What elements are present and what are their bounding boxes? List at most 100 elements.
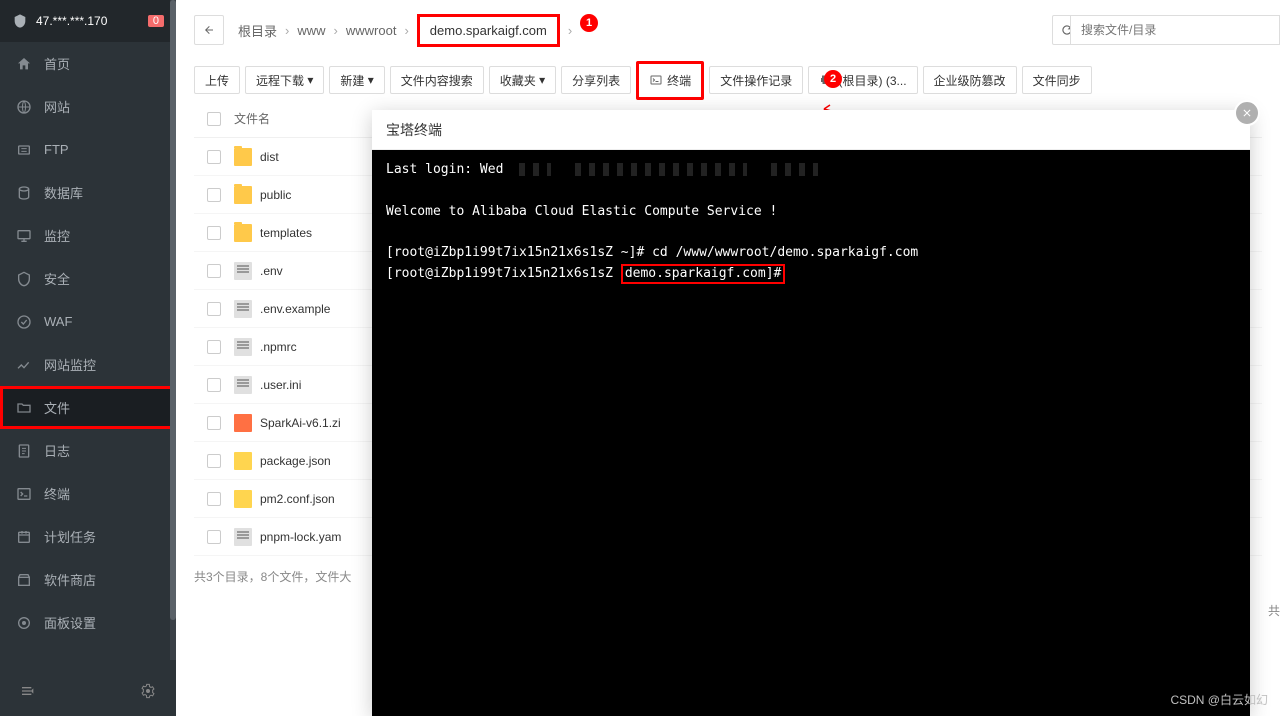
settings-icon bbox=[16, 615, 32, 631]
upload-button[interactable]: 上传 bbox=[194, 66, 240, 94]
sidebar-item-label: 日志 bbox=[44, 441, 70, 460]
sidebar-item-monitor[interactable]: 监控 bbox=[0, 214, 176, 257]
doc-icon bbox=[234, 262, 252, 280]
database-icon bbox=[16, 185, 32, 201]
file-name: dist bbox=[260, 150, 279, 164]
terminal-modal: 宝塔终端 Last login: Wed Welcome to Alibaba … bbox=[372, 110, 1250, 716]
arrow-left-icon bbox=[203, 24, 215, 36]
server-ip: 47.***.***.170 bbox=[36, 14, 148, 28]
row-checkbox[interactable] bbox=[207, 530, 221, 544]
sidebar-item-home[interactable]: 首页 bbox=[0, 42, 176, 85]
sidebar-item-folder[interactable]: 文件 bbox=[0, 386, 176, 429]
sidebar-item-cron[interactable]: 计划任务 bbox=[0, 515, 176, 558]
json-icon bbox=[234, 490, 252, 508]
search-input[interactable] bbox=[1070, 15, 1280, 45]
row-checkbox[interactable] bbox=[207, 188, 221, 202]
crumb-wwwroot[interactable]: wwwroot bbox=[342, 23, 401, 38]
sidebar-item-waf[interactable]: WAF bbox=[0, 300, 176, 343]
sidebar-item-log[interactable]: 日志 bbox=[0, 429, 176, 472]
sidebar-item-database[interactable]: 数据库 bbox=[0, 171, 176, 214]
select-all-checkbox[interactable] bbox=[207, 112, 221, 126]
back-button[interactable] bbox=[194, 15, 224, 45]
watermark: CSDN @白云如幻 bbox=[1170, 691, 1268, 708]
gear-icon[interactable] bbox=[140, 683, 156, 699]
terminal-output[interactable]: Last login: Wed Welcome to Alibaba Cloud… bbox=[372, 150, 1250, 716]
file-name: templates bbox=[260, 226, 312, 240]
sidebar-item-terminal[interactable]: 终端 bbox=[0, 472, 176, 515]
sidebar-item-label: 监控 bbox=[44, 226, 70, 245]
waf-icon bbox=[16, 314, 32, 330]
defense-button[interactable]: 企业级防篡改 bbox=[923, 66, 1017, 94]
log-icon bbox=[16, 443, 32, 459]
terminal-button[interactable]: 终端 bbox=[636, 61, 704, 100]
sidebar-item-globe[interactable]: 网站 bbox=[0, 85, 176, 128]
folder-icon bbox=[234, 224, 252, 242]
crumb-root[interactable]: 根目录 bbox=[234, 21, 281, 40]
crumb-current[interactable]: demo.sparkaigf.com bbox=[417, 14, 560, 47]
breadcrumb-row: 根目录› www› wwwroot› demo.sparkaigf.com› bbox=[176, 0, 1280, 60]
toolbar: 上传 远程下载 ▾ 新建 ▾ 文件内容搜索 收藏夹 ▾ 分享列表 终端 文件操作… bbox=[176, 60, 1280, 100]
annotation-2: 2 bbox=[824, 70, 842, 88]
file-name: package.json bbox=[260, 454, 331, 468]
row-checkbox[interactable] bbox=[207, 150, 221, 164]
favorites-button[interactable]: 收藏夹 ▾ bbox=[489, 66, 556, 94]
row-checkbox[interactable] bbox=[207, 492, 221, 506]
sidebar-footer bbox=[0, 666, 176, 716]
sidebar-item-label: WAF bbox=[44, 314, 72, 329]
sidebar-item-label: FTP bbox=[44, 142, 69, 157]
row-checkbox[interactable] bbox=[207, 264, 221, 278]
sidebar-item-label: 安全 bbox=[44, 269, 70, 288]
sync-button[interactable]: 文件同步 bbox=[1022, 66, 1092, 94]
sidebar-item-security[interactable]: 安全 bbox=[0, 257, 176, 300]
sidebar-item-label: 首页 bbox=[44, 54, 70, 73]
cron-icon bbox=[16, 529, 32, 545]
close-icon bbox=[1241, 107, 1253, 119]
sidebar-item-settings[interactable]: 面板设置 bbox=[0, 601, 176, 644]
file-name: public bbox=[260, 188, 291, 202]
notification-badge[interactable]: 0 bbox=[148, 15, 164, 27]
zip-icon bbox=[234, 414, 252, 432]
modal-title: 宝塔终端 bbox=[372, 110, 1250, 150]
close-button[interactable] bbox=[1234, 100, 1260, 126]
file-op-record-button[interactable]: 文件操作记录 bbox=[709, 66, 803, 94]
shield-icon bbox=[12, 13, 28, 29]
file-name: .user.ini bbox=[260, 378, 301, 392]
store-icon bbox=[16, 572, 32, 588]
sidebar-item-ftp[interactable]: FTP bbox=[0, 128, 176, 171]
ftp-icon bbox=[16, 142, 32, 158]
content-search-button[interactable]: 文件内容搜索 bbox=[390, 66, 484, 94]
breadcrumb: 根目录› www› wwwroot› demo.sparkaigf.com› bbox=[234, 14, 576, 47]
sidebar: 47.***.***.170 0 首页网站 FTP 数据库监控安全 WAF 网站监控文件… bbox=[0, 0, 176, 716]
doc-icon bbox=[234, 528, 252, 546]
sidebar-item-label: 数据库 bbox=[44, 183, 83, 202]
collapse-icon[interactable] bbox=[20, 683, 36, 699]
row-checkbox[interactable] bbox=[207, 302, 221, 316]
crumb-www[interactable]: www bbox=[293, 23, 329, 38]
row-checkbox[interactable] bbox=[207, 454, 221, 468]
sidebar-item-label: 网站 bbox=[44, 97, 70, 116]
sidebar-item-label: 计划任务 bbox=[44, 527, 96, 546]
security-icon bbox=[16, 271, 32, 287]
share-list-button[interactable]: 分享列表 bbox=[561, 66, 631, 94]
remote-download-button[interactable]: 远程下载 ▾ bbox=[245, 66, 324, 94]
sidebar-item-store[interactable]: 软件商店 bbox=[0, 558, 176, 601]
file-name: .env bbox=[260, 264, 283, 278]
row-checkbox[interactable] bbox=[207, 416, 221, 430]
row-checkbox[interactable] bbox=[207, 226, 221, 240]
sidebar-item-label: 软件商店 bbox=[44, 570, 96, 589]
annotation-1: 1 bbox=[580, 14, 598, 32]
file-name: SparkAi-v6.1.zi bbox=[260, 416, 341, 430]
json-icon bbox=[234, 452, 252, 470]
sidebar-item-label: 网站监控 bbox=[44, 355, 96, 374]
row-checkbox[interactable] bbox=[207, 340, 221, 354]
column-filename[interactable]: 文件名 bbox=[234, 110, 270, 127]
sidebar-item-uptime[interactable]: 网站监控 bbox=[0, 343, 176, 386]
file-name: pm2.conf.json bbox=[260, 492, 335, 506]
doc-icon bbox=[234, 376, 252, 394]
terminal-highlight: demo.sparkaigf.com]# bbox=[621, 264, 786, 284]
new-button[interactable]: 新建 ▾ bbox=[329, 66, 384, 94]
folder-icon bbox=[234, 186, 252, 204]
row-checkbox[interactable] bbox=[207, 378, 221, 392]
terminal-icon bbox=[649, 74, 663, 86]
folder-icon bbox=[16, 400, 32, 416]
